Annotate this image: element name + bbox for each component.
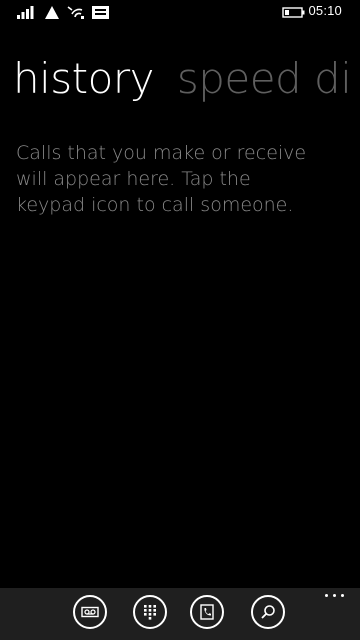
pivot-tab-speed-dial[interactable]: speed di <box>177 58 352 100</box>
clock: 05:10 <box>308 3 342 18</box>
people-icon <box>200 604 214 620</box>
wifi-icon <box>66 4 84 20</box>
voicemail-icon <box>81 606 99 618</box>
keypad-button[interactable] <box>133 595 167 629</box>
search-button[interactable] <box>251 595 285 629</box>
phone-history-screen: 05:10 history speed di Calls that you ma… <box>0 0 360 640</box>
signal-strength-icon <box>16 4 34 20</box>
data-connection-icon <box>44 4 62 20</box>
search-icon <box>261 605 275 619</box>
message-icon <box>91 4 109 20</box>
more-options-button[interactable] <box>324 592 346 600</box>
pivot-header: history speed di <box>13 58 360 100</box>
voicemail-button[interactable] <box>73 595 107 629</box>
empty-message-line: keypad icon to call someone. <box>16 194 294 216</box>
pivot-tab-history[interactable]: history <box>13 58 154 100</box>
people-button[interactable] <box>190 595 224 629</box>
battery-icon <box>282 4 306 20</box>
empty-history-message: Calls that you make or receive will appe… <box>16 140 356 218</box>
status-bar: 05:10 <box>0 0 360 24</box>
empty-message-line: will appear here. Tap the <box>16 168 251 190</box>
empty-message-line: Calls that you make or receive <box>16 142 307 164</box>
app-bar <box>0 588 360 640</box>
keypad-icon <box>144 605 156 620</box>
